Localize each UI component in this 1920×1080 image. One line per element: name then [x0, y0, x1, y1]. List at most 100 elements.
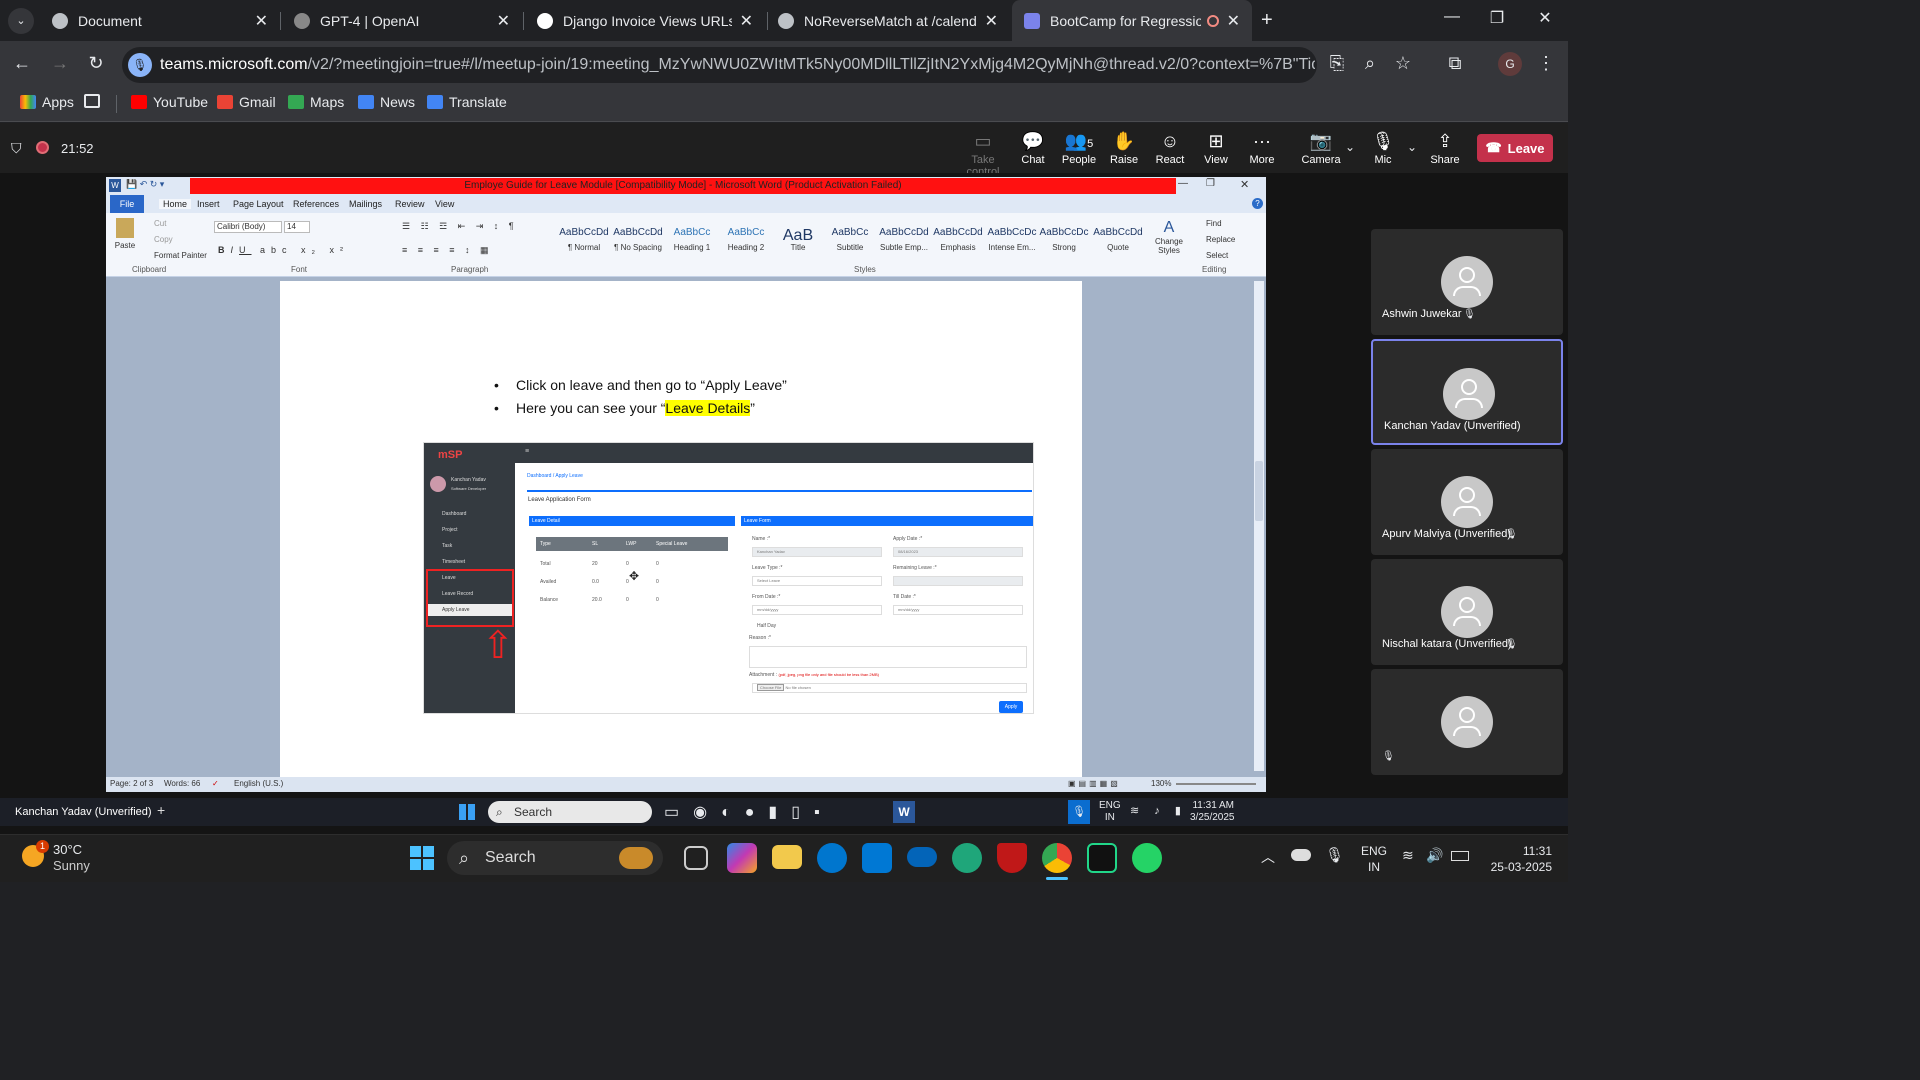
- tab-groups-icon[interactable]: [84, 94, 106, 108]
- onedrive-icon[interactable]: [907, 847, 937, 867]
- camera-options-chevron-icon[interactable]: ⌄: [1345, 140, 1355, 154]
- add-icon[interactable]: +: [157, 802, 165, 818]
- tab-django-invoice[interactable]: Django Invoice Views URLs ✕: [525, 0, 765, 41]
- word-tab-mailings[interactable]: Mailings: [349, 199, 382, 209]
- bookmark-apps[interactable]: Apps: [20, 94, 74, 110]
- style-0[interactable]: AaBbCcDd ¶ Normal: [558, 227, 610, 252]
- share-button[interactable]: ⇪ Share: [1422, 131, 1468, 166]
- participant-tile[interactable]: Ashwin Juwekar 🎙: [1371, 229, 1563, 335]
- half-day-checkbox[interactable]: Half Day: [757, 623, 776, 629]
- participant-tile-active-speaker[interactable]: Kanchan Yadav (Unverified): [1371, 339, 1563, 445]
- word-tab-file[interactable]: File: [110, 195, 144, 213]
- word-tab-page-layout[interactable]: Page Layout: [233, 199, 284, 209]
- font-size-select[interactable]: 14: [284, 221, 310, 233]
- react-button[interactable]: ☺ React: [1147, 131, 1193, 166]
- chat-button[interactable]: 💬 Chat: [1010, 131, 1056, 166]
- word-minimize-icon[interactable]: —: [1178, 178, 1188, 189]
- style-4[interactable]: AaB Title: [772, 227, 824, 252]
- view-mode-icons[interactable]: ▣▤▥▦▧: [1068, 779, 1121, 788]
- word-close-icon[interactable]: ✕: [1240, 178, 1249, 191]
- battery-icon[interactable]: [1451, 851, 1469, 861]
- style-2[interactable]: AaBbCc Heading 1: [666, 227, 718, 252]
- font-format-buttons[interactable]: BIU abc x₂ x²: [218, 245, 349, 255]
- taskbar-search[interactable]: ⌕ Search: [447, 841, 663, 875]
- change-styles-button[interactable]: A Change Styles: [1154, 219, 1184, 255]
- edge-icon[interactable]: [952, 843, 982, 873]
- select-button[interactable]: Select: [1206, 251, 1228, 260]
- minimize-icon[interactable]: —: [1437, 8, 1467, 32]
- extensions-icon[interactable]: ⧉: [1444, 53, 1466, 74]
- style-5[interactable]: AaBbCc Subtitle: [824, 227, 876, 252]
- from-date-field[interactable]: mm/dd/yyyy: [752, 605, 882, 615]
- bookmark-youtube[interactable]: YouTube: [131, 94, 208, 110]
- bookmark-gmail[interactable]: Gmail: [217, 94, 276, 110]
- close-icon[interactable]: ✕: [740, 11, 753, 31]
- bookmark-star-icon[interactable]: ☆: [1392, 53, 1414, 74]
- dell-icon[interactable]: [817, 843, 847, 873]
- reload-icon[interactable]: ↻: [85, 53, 107, 74]
- people-button[interactable]: 👥5 People: [1056, 131, 1102, 166]
- participant-tile[interactable]: 🎙: [1371, 669, 1563, 775]
- tab-document[interactable]: Document ✕: [40, 0, 280, 41]
- app-nav-timesheet[interactable]: Timesheet: [442, 559, 465, 565]
- start-button[interactable]: [410, 846, 434, 870]
- show-hidden-icons-chevron-icon[interactable]: ︿: [1261, 847, 1275, 867]
- raise-hand-button[interactable]: ✋ Raise: [1101, 131, 1147, 166]
- format-painter-button[interactable]: Format Painter: [154, 251, 207, 260]
- replace-button[interactable]: Replace: [1206, 235, 1235, 244]
- style-1[interactable]: AaBbCcDd ¶ No Spacing: [612, 227, 664, 252]
- name-field[interactable]: Kanchan Yadav: [752, 547, 882, 557]
- leave-type-select[interactable]: Select Leave: [752, 576, 882, 586]
- close-icon[interactable]: ✕: [985, 11, 998, 31]
- style-8[interactable]: AaBbCcDc Intense Em...: [986, 227, 1038, 252]
- store-icon[interactable]: [862, 843, 892, 873]
- site-info-icon[interactable]: 🎙: [128, 53, 152, 77]
- copy-button[interactable]: Copy: [154, 235, 173, 244]
- bookmark-maps[interactable]: Maps: [288, 94, 344, 110]
- word-restore-icon[interactable]: ❐: [1206, 178, 1215, 189]
- view-button[interactable]: ⊞ View: [1193, 131, 1239, 166]
- new-tab-icon[interactable]: +: [1261, 9, 1273, 32]
- url-text[interactable]: teams.microsoft.com/v2/?meetingjoin=true…: [160, 56, 1315, 74]
- zoom-icon[interactable]: ⌕: [1359, 53, 1381, 74]
- style-6[interactable]: AaBbCcDd Subtle Emp...: [878, 227, 930, 252]
- vertical-scrollbar[interactable]: [1254, 281, 1264, 771]
- mic-options-chevron-icon[interactable]: ⌄: [1407, 140, 1417, 154]
- paragraph-buttons[interactable]: ☰ ☷ ☲ ⇤ ⇥ ↕ ¶: [402, 221, 518, 232]
- tab-search-icon[interactable]: ⌄: [8, 8, 34, 34]
- style-10[interactable]: AaBbCcDd Quote: [1092, 227, 1144, 252]
- task-view-icon[interactable]: [684, 846, 708, 870]
- leave-button[interactable]: ☎ Leave: [1477, 134, 1553, 162]
- camera-button[interactable]: 📷 Camera: [1298, 131, 1344, 166]
- file-input[interactable]: Choose File No file chosen: [752, 683, 1027, 693]
- zoom-slider[interactable]: [1176, 783, 1256, 785]
- chrome-icon[interactable]: [1042, 843, 1072, 873]
- bookmark-translate[interactable]: Translate: [427, 94, 507, 110]
- hamburger-icon[interactable]: ≡: [525, 448, 529, 455]
- profile-avatar[interactable]: G: [1498, 52, 1522, 76]
- till-date-field[interactable]: mm/dd/yyyy: [893, 605, 1023, 615]
- reason-textarea[interactable]: [749, 646, 1027, 668]
- apply-button[interactable]: Apply: [999, 701, 1023, 713]
- tab-noreversematch[interactable]: NoReverseMatch at /calendar/✕: [766, 0, 1010, 41]
- whatsapp-icon[interactable]: [1132, 843, 1162, 873]
- tab-gpt4[interactable]: GPT-4 | OpenAI ✕: [282, 0, 522, 41]
- word-tab-review[interactable]: Review: [395, 199, 425, 209]
- restore-icon[interactable]: ❐: [1482, 8, 1512, 32]
- participant-tile[interactable]: Apurv Malviya (Unverified) 🎙: [1371, 449, 1563, 555]
- app-nav-dashboard[interactable]: Dashboard: [442, 511, 466, 517]
- back-icon[interactable]: ←: [11, 53, 33, 74]
- mcafee-icon[interactable]: [997, 843, 1027, 873]
- paste-button[interactable]: Paste: [114, 218, 136, 250]
- app-nav-task[interactable]: Task: [442, 543, 452, 549]
- install-app-icon[interactable]: ⎘: [1326, 53, 1348, 74]
- menu-kebab-icon[interactable]: ⋮: [1535, 53, 1557, 74]
- wifi-icon[interactable]: ≋: [1402, 847, 1414, 864]
- volume-icon[interactable]: 🔊: [1426, 847, 1443, 864]
- bookmark-news[interactable]: News: [358, 94, 415, 110]
- close-icon[interactable]: ✕: [255, 11, 268, 31]
- align-buttons[interactable]: ≡ ≡ ≡ ≡ ↕ ▦: [402, 245, 493, 256]
- close-icon[interactable]: ✕: [1227, 11, 1240, 31]
- word-tab-view[interactable]: View: [435, 199, 454, 209]
- word-tab-home[interactable]: Home: [159, 199, 192, 209]
